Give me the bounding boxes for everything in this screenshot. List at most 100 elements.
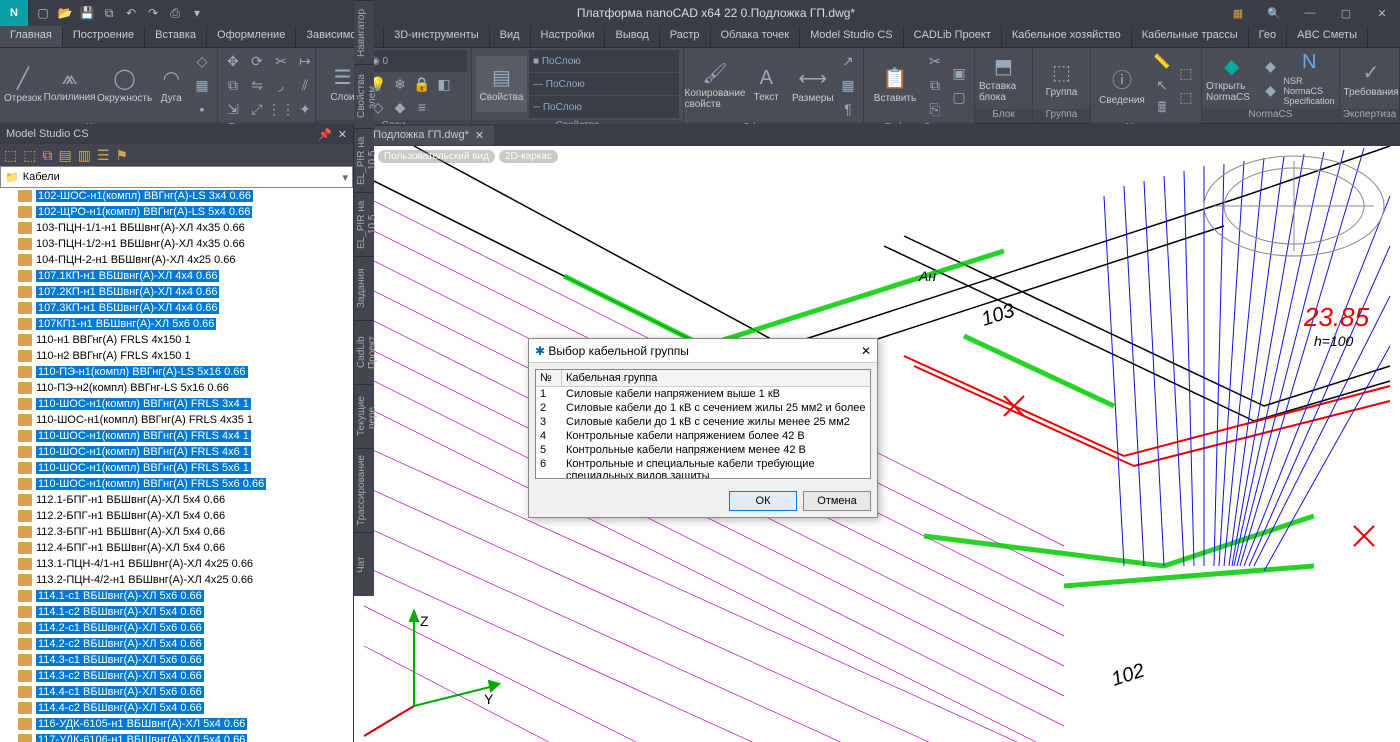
dimension-button[interactable]: ⟷Размеры bbox=[791, 57, 836, 113]
ribbon-tab[interactable]: Вставка bbox=[145, 26, 207, 47]
layer-combo[interactable]: ◉ 0 bbox=[367, 50, 467, 72]
cable-item[interactable]: 113.2-ПЦН-4/2-н1 ВБШвнг(А)-ХЛ 4x25 0.66 bbox=[0, 572, 353, 588]
tb-icon[interactable]: ⬚ bbox=[4, 147, 17, 164]
cable-item[interactable]: 112.1-БПГ-н1 ВБШвнг(А)-ХЛ 5x4 0.66 bbox=[0, 492, 353, 508]
cable-item[interactable]: 114.2-с1 ВБШвнг(А)-ХЛ 5x6 0.66 bbox=[0, 620, 353, 636]
move-icon[interactable]: ✥ bbox=[222, 50, 244, 72]
info-button[interactable]: ⓘСведения bbox=[1095, 57, 1149, 113]
cable-item[interactable]: 107.3КП-н1 ВБШвнг(А)-ХЛ 4x4 0.66 bbox=[0, 300, 353, 316]
shape-icon[interactable]: ◇ bbox=[191, 50, 213, 72]
view-badge[interactable]: 2D-каркас bbox=[499, 150, 558, 163]
cable-item[interactable]: 113.1-ПЦН-4/1-н1 ВБШвнг(А)-ХЛ 4x25 0.66 bbox=[0, 556, 353, 572]
tb-icon[interactable]: ▤ bbox=[58, 147, 71, 164]
cable-item[interactable]: 116-УДК-6105-н1 ВБШвнг(А)-ХЛ 5x4 0.66 bbox=[0, 716, 353, 732]
side-tab[interactable]: Задания bbox=[354, 256, 374, 320]
extend-icon[interactable]: ↦ bbox=[294, 50, 316, 72]
cable-item[interactable]: 110-ШОС-н1(компл) ВВГнг(А) FRLS 4x6 1 bbox=[0, 444, 353, 460]
list-row[interactable]: 5Контрольные кабели напряжением менее 42… bbox=[536, 443, 870, 457]
list-row[interactable]: 6Контрольные и специальные кабели требую… bbox=[536, 457, 870, 479]
maximize-icon[interactable]: ▢ bbox=[1328, 0, 1364, 26]
panel-close-icon[interactable]: ✕ bbox=[338, 128, 347, 141]
cable-item[interactable]: 117-УДК-6106-н1 ВБШвнг(А)-ХЛ 5x4 0.66 bbox=[0, 732, 353, 742]
qat-dropdown-icon[interactable]: ▾ bbox=[188, 4, 206, 22]
measure-icon[interactable]: 📏 bbox=[1151, 50, 1173, 72]
requirements-button[interactable]: ✓Требования bbox=[1344, 51, 1398, 107]
norma1-icon[interactable]: ◆ bbox=[1260, 56, 1282, 78]
cable-item[interactable]: 107КП1-н1 ВБШвнг(А)-ХЛ 5x6 0.66 bbox=[0, 316, 353, 332]
cable-item[interactable]: 112.4-БПГ-н1 ВБШвнг(А)-ХЛ 5x4 0.66 bbox=[0, 540, 353, 556]
cable-item[interactable]: 110-ШОС-н1(компл) ВВГнг(А) FRLS 5x6 1 bbox=[0, 460, 353, 476]
stretch-icon[interactable]: ⇲ bbox=[222, 98, 244, 120]
dropdown-icon[interactable]: ▾ bbox=[342, 171, 348, 184]
clip-icon[interactable]: ▣ bbox=[948, 62, 970, 84]
table-icon[interactable]: ▦ bbox=[837, 74, 859, 96]
search-icon[interactable]: 🔍 bbox=[1256, 0, 1292, 26]
scale-icon[interactable]: ⤢ bbox=[246, 98, 268, 120]
side-tab[interactable]: Текущие пере. bbox=[354, 384, 374, 448]
ribbon-tab[interactable]: Настройки bbox=[531, 26, 606, 47]
select-icon[interactable]: ↖ bbox=[1151, 74, 1173, 96]
list-row[interactable]: 3Силовые кабели до 1 кВ с сечение жилы м… bbox=[536, 415, 870, 429]
cable-item[interactable]: 110-ПЭ-н2(компл) ВВГнг-LS 5x16 0.66 bbox=[0, 380, 353, 396]
side-tab[interactable]: EL_PIR на 10.5 bbox=[354, 128, 374, 192]
ribbon-tab[interactable]: Model Studio CS bbox=[800, 26, 904, 47]
ribbon-tab[interactable]: Гео bbox=[1249, 26, 1287, 47]
tb-icon[interactable]: ⚑ bbox=[116, 147, 129, 164]
ribbon-tab[interactable]: CADLib Проект bbox=[904, 26, 1002, 47]
tree-root[interactable]: 📁 Кабели ▾ bbox=[0, 166, 353, 188]
group-button[interactable]: ⬚Группа bbox=[1037, 51, 1086, 107]
pin-icon[interactable]: 📌 bbox=[318, 128, 332, 141]
cable-item[interactable]: 114.1-с1 ВБШвнг(А)-ХЛ 5x6 0.66 bbox=[0, 588, 353, 604]
layer-match-icon[interactable]: ≡ bbox=[411, 96, 433, 118]
cable-item[interactable]: 112.3-БПГ-н1 ВБШвнг(А)-ХЛ 5x4 0.66 bbox=[0, 524, 353, 540]
layer-uniso-icon[interactable]: ◆ bbox=[389, 96, 411, 118]
cut-icon[interactable]: ✂ bbox=[924, 50, 946, 72]
leader-icon[interactable]: ↗ bbox=[837, 50, 859, 72]
normacs-spec-button[interactable]: NNSR NormaCS Specification bbox=[1284, 51, 1336, 107]
ribbon-tab[interactable]: Кабельные трассы bbox=[1132, 26, 1249, 47]
cable-item[interactable]: 110-н2 ВВГнг(А) FRLS 4x150 1 bbox=[0, 348, 353, 364]
dialog-titlebar[interactable]: ✱ Выбор кабельной группы ✕ bbox=[529, 339, 877, 363]
ok-button[interactable]: ОК bbox=[729, 491, 797, 511]
ribbon-tab[interactable]: ABC Сметы bbox=[1287, 26, 1368, 47]
ribbon-tab[interactable]: Вывод bbox=[605, 26, 659, 47]
ribbon-tab[interactable]: Кабельное хозяйство bbox=[1002, 26, 1132, 47]
cable-item[interactable]: 107.1КП-н1 ВБШвнг(А)-ХЛ 4x4 0.66 bbox=[0, 268, 353, 284]
normacs-open-button[interactable]: ◆Открыть NormaCS bbox=[1206, 51, 1258, 107]
tb-icon[interactable]: ⬚ bbox=[23, 147, 36, 164]
point-icon[interactable]: • bbox=[191, 98, 213, 120]
tb-icon[interactable]: ▥ bbox=[78, 147, 91, 164]
mirror-icon[interactable]: ⇋ bbox=[246, 74, 268, 96]
dialog-close-icon[interactable]: ✕ bbox=[861, 344, 871, 358]
new-icon[interactable]: ▢ bbox=[34, 4, 52, 22]
trim-icon[interactable]: ✂ bbox=[270, 50, 292, 72]
side-tab[interactable]: Трассирование bbox=[354, 448, 374, 532]
side-tab[interactable]: Свойства элем. bbox=[354, 64, 374, 128]
cable-item[interactable]: 102-ЩРО-н1(компл) ВВГнг(А)-LS 5x4 0.66 bbox=[0, 204, 353, 220]
linetype-combo[interactable]: ─ ПоСлою bbox=[529, 96, 679, 118]
minimize-icon[interactable]: — bbox=[1292, 0, 1328, 26]
ribbon-tab[interactable]: Построение bbox=[63, 26, 145, 47]
cable-group-list[interactable]: № Кабельная группа 1Силовые кабели напря… bbox=[535, 369, 871, 479]
cancel-button[interactable]: Отмена bbox=[803, 491, 871, 511]
cable-item[interactable]: 110-ШОС-н1(компл) ВВГнг(А) FRLS 4x35 1 bbox=[0, 412, 353, 428]
layer-freeze-icon[interactable]: ❄ bbox=[389, 73, 411, 95]
cable-item[interactable]: 103-ПЦН-1/1-н1 ВБШвнг(А)-ХЛ 4x35 0.66 bbox=[0, 220, 353, 236]
cable-item[interactable]: 114.4-с1 ВБШвнг(А)-ХЛ 5x6 0.66 bbox=[0, 684, 353, 700]
cable-item[interactable]: 114.3-с2 ВБШвнг(А)-ХЛ 5x4 0.66 bbox=[0, 668, 353, 684]
cable-item[interactable]: 114.2-с2 ВБШвнг(А)-ХЛ 5x4 0.66 bbox=[0, 636, 353, 652]
saveall-icon[interactable]: ⧉ bbox=[100, 4, 118, 22]
explode-icon[interactable]: ✦ bbox=[294, 98, 316, 120]
ribbon-tab[interactable]: Облака точек bbox=[711, 26, 801, 47]
properties-button[interactable]: ▤Свойства bbox=[476, 56, 527, 112]
rotate-icon[interactable]: ⟳ bbox=[246, 50, 268, 72]
arc-button[interactable]: ◠Дуга bbox=[154, 57, 189, 113]
fillet-icon[interactable]: ◞ bbox=[270, 74, 292, 96]
ribbon-tab[interactable]: Главная bbox=[0, 26, 63, 47]
side-tab[interactable]: EL_PIR на 10.5 bbox=[354, 192, 374, 256]
ribbon-tab[interactable]: 3D-инструменты bbox=[384, 26, 490, 47]
polyline-button[interactable]: ⩕Полилиния bbox=[44, 57, 96, 113]
cable-item[interactable]: 114.4-с2 ВБШвнг(А)-ХЛ 5x4 0.66 bbox=[0, 700, 353, 716]
copy-icon[interactable]: ⧉ bbox=[222, 74, 244, 96]
block-insert-button[interactable]: ⬒Вставка блока bbox=[979, 51, 1028, 107]
